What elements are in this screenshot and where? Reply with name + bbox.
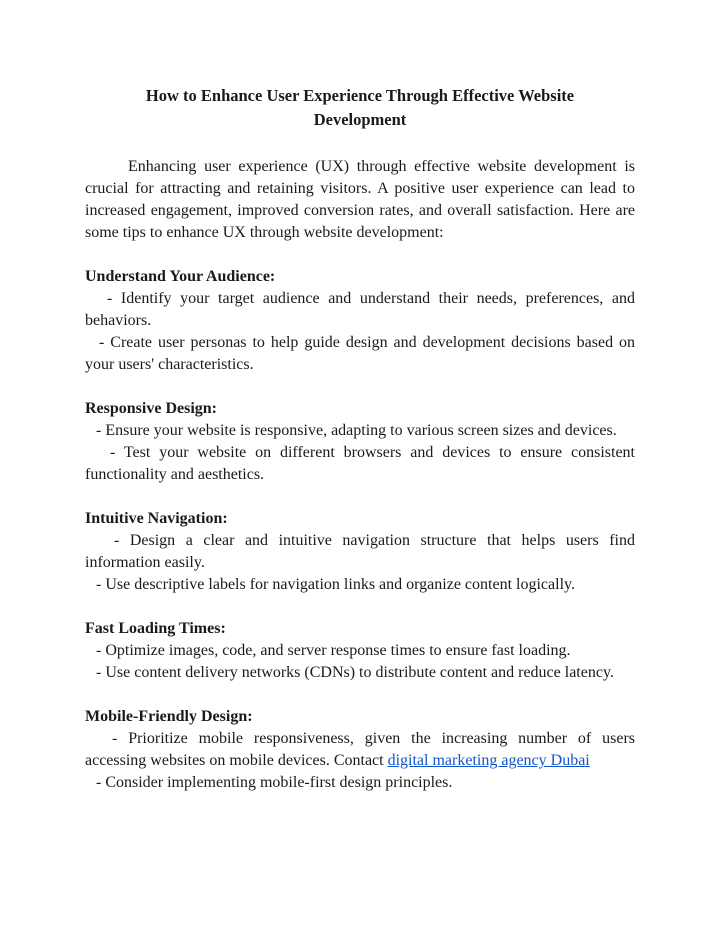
document-title: How to Enhance User Experience Through E… xyxy=(85,84,635,132)
section-understand-audience: Understand Your Audience: - Identify you… xyxy=(85,266,635,376)
title-line-1: How to Enhance User Experience Through E… xyxy=(145,86,575,105)
bullet-item: - Optimize images, code, and server resp… xyxy=(96,642,571,659)
section-fast-loading: Fast Loading Times: - Optimize images, c… xyxy=(85,618,635,684)
intro-text: Enhancing user experience (UX) through e… xyxy=(85,158,635,241)
section-heading: Understand Your Audience: xyxy=(85,268,276,285)
document-page: How to Enhance User Experience Through E… xyxy=(85,84,635,794)
section-heading: Responsive Design: xyxy=(85,400,218,417)
bullet-item: - Identify your target audience and unde… xyxy=(85,290,635,329)
bullet-item: - Use descriptive labels for navigation … xyxy=(96,576,575,593)
bullet-item: - Test your website on different browser… xyxy=(85,444,635,483)
section-mobile-friendly: Mobile-Friendly Design: - Prioritize mob… xyxy=(85,706,635,794)
section-heading: Intuitive Navigation: xyxy=(85,510,228,527)
bullet-item: - Design a clear and intuitive navigatio… xyxy=(85,532,635,571)
bullet-item: - Use content delivery networks (CDNs) t… xyxy=(96,664,614,681)
title-line-2: Development xyxy=(313,110,407,129)
bullet-item: - Create user personas to help guide des… xyxy=(85,334,635,373)
agency-link[interactable]: digital marketing agency Dubai xyxy=(388,752,590,769)
section-heading: Fast Loading Times: xyxy=(85,620,226,637)
intro-paragraph: Enhancing user experience (UX) through e… xyxy=(85,156,635,244)
bullet-item: - Consider implementing mobile-first des… xyxy=(96,774,453,791)
section-responsive-design: Responsive Design: - Ensure your website… xyxy=(85,398,635,486)
section-intuitive-navigation: Intuitive Navigation: - Design a clear a… xyxy=(85,508,635,596)
bullet-item: - Prioritize mobile responsiveness, give… xyxy=(85,730,635,769)
bullet-item: - Ensure your website is responsive, ada… xyxy=(96,422,617,439)
section-heading: Mobile-Friendly Design: xyxy=(85,708,253,725)
